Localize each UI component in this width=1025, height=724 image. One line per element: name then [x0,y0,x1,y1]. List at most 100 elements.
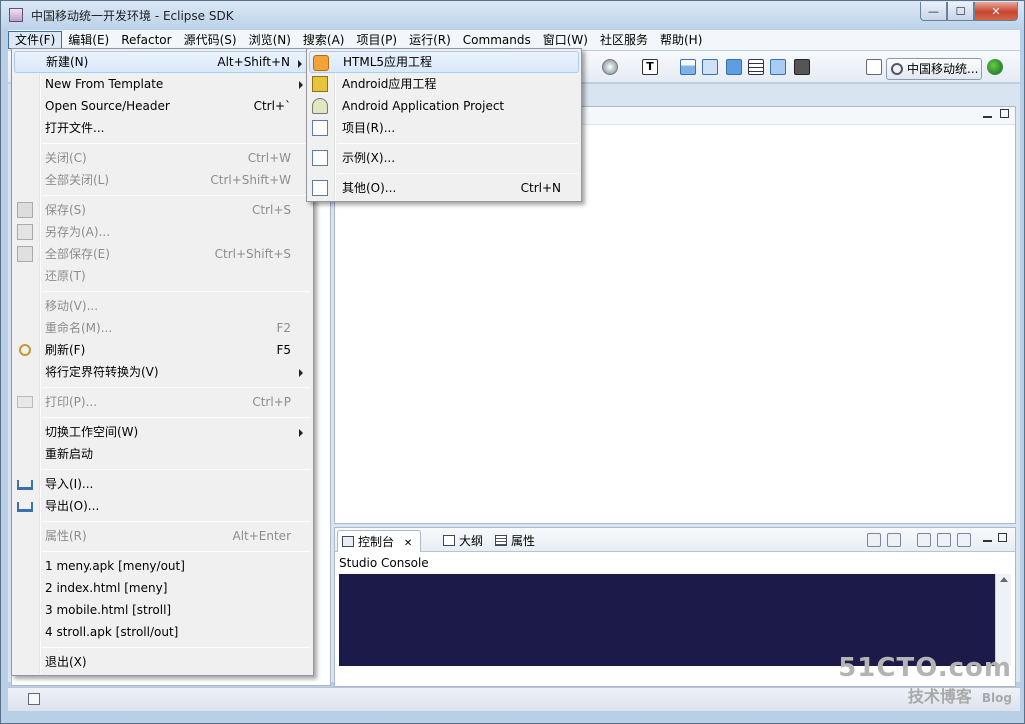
properties-icon [495,535,507,546]
submenu-item-other[interactable]: 其他(O)... Ctrl+N [309,177,579,199]
submenu-item-android-application-project[interactable]: Android Application Project [309,95,579,117]
menu-item-switch-workspace[interactable]: 切换工作空间(W) [14,421,311,443]
menu-item-save-as[interactable]: 另存为(A)... [14,221,311,243]
window-title: 中国移动统一开发环境 - Eclipse SDK [31,9,234,23]
menu-navigate[interactable]: 浏览(N) [243,31,297,49]
menu-item-label: 新建(N) [46,55,89,69]
other-wizard-icon [312,180,328,196]
recent-file-item[interactable]: 2 index.html [meny] [14,577,311,599]
clear-console-icon[interactable] [867,533,881,547]
display-console-icon[interactable] [937,533,951,547]
submenu-arrow-icon [299,429,303,437]
pin-icon[interactable] [794,59,810,75]
menu-item-close[interactable]: 关闭(C) Ctrl+W [14,147,311,169]
maximize-view-icon[interactable] [1000,109,1009,118]
menu-item-export[interactable]: 导出(O)... [14,495,311,517]
menu-item-save[interactable]: 保存(S) Ctrl+S [14,199,311,221]
console-title: Studio Console [339,556,429,570]
text-format-icon[interactable]: T [642,59,658,75]
recent-file-item[interactable]: 1 meny.apk [meny/out] [14,555,311,577]
menu-item-convert-line-delimiters[interactable]: 将行定界符转换为(V) [14,361,311,383]
menu-item-label: 全部保存(E) [45,247,110,261]
link-icon[interactable] [770,59,786,75]
menu-item-label: 重命名(M)... [45,321,113,335]
menu-item-shortcut: Alt+Enter [232,529,291,543]
close-button[interactable]: ✕ [974,2,1018,21]
menu-item-print[interactable]: 打印(P)... Ctrl+P [14,391,311,413]
perspective-button[interactable]: 中国移动统... [886,58,982,80]
recent-file-item[interactable]: 4 stroll.apk [stroll/out] [14,621,311,643]
minimize-console-icon[interactable] [983,533,992,542]
new-icon[interactable] [866,59,882,75]
menu-item-restart[interactable]: 重新启动 [14,443,311,465]
run-icon[interactable] [602,59,618,75]
menu-item-move[interactable]: 移动(V)... [14,295,311,317]
maximize-console-icon[interactable] [998,533,1007,542]
menu-item-shortcut: Ctrl+N [520,181,561,195]
export-icon [17,502,33,512]
menu-item-label: 关闭(C) [45,151,87,165]
minimize-view-icon[interactable] [983,109,992,118]
menu-item-exit[interactable]: 退出(X) [14,651,311,673]
scroll-up-icon[interactable] [1000,577,1008,582]
menu-item-open-file[interactable]: 打开文件... [14,117,311,139]
window-icon[interactable] [726,59,742,75]
outline-icon [443,535,455,546]
tab-console[interactable]: 控制台 ✕ [337,530,422,552]
submenu-item-android-project[interactable]: Android应用工程 [309,73,579,95]
menu-project[interactable]: 项目(P) [350,31,403,49]
menu-item-close-all[interactable]: 全部关闭(L) Ctrl+Shift+W [14,169,311,191]
tab-outline[interactable]: 大纲 [439,530,483,552]
menu-window[interactable]: 窗口(W) [537,31,594,49]
minimize-button[interactable]: — [920,2,947,21]
recent-file-item[interactable]: 3 mobile.html [stroll] [14,599,311,621]
menu-item-properties[interactable]: 属性(R) Alt+Enter [14,525,311,547]
toggle-icon[interactable] [702,59,718,75]
menu-source[interactable]: 源代码(S) [178,31,243,49]
example-icon [312,150,328,166]
submenu-item-project[interactable]: 项目(R)... [309,117,579,139]
menu-item-label: 还原(T) [45,269,86,283]
menu-item-import[interactable]: 导入(I)... [14,473,311,495]
submenu-arrow-icon [299,369,303,377]
menu-item-refresh[interactable]: 刷新(F) F5 [14,339,311,361]
menu-help[interactable]: 帮助(H) [654,31,708,49]
watermark-text: 技术博客 [907,687,972,706]
menu-run[interactable]: 运行(R) [403,31,457,49]
tab-outline-label: 大纲 [459,534,484,548]
menu-search[interactable]: 搜索(A) [297,31,351,49]
menu-item-rename[interactable]: 重命名(M)... F2 [14,317,311,339]
pin-console-icon[interactable] [917,533,931,547]
open-console-icon[interactable] [957,533,971,547]
menu-item-new[interactable]: 新建(N) Alt+Shift+N [14,51,311,73]
tab-close-icon[interactable]: ✕ [404,538,412,549]
menu-file[interactable]: 文件(F) [8,31,63,49]
menu-item-shortcut: Ctrl+P [252,395,291,409]
maximize-button[interactable]: ☐ [947,2,974,21]
list-icon[interactable] [748,59,764,75]
submenu-arrow-icon [298,60,302,68]
menu-commands[interactable]: Commands [457,31,537,49]
menu-item-label: 打开文件... [45,121,105,135]
submenu-item-html5-project[interactable]: HTML5应用工程 [309,51,579,73]
console-tab-bar: 控制台 ✕ 大纲 属性 [335,528,1015,552]
menu-separator [42,143,310,144]
menu-item-save-all[interactable]: 全部保存(E) Ctrl+Shift+S [14,243,311,265]
submenu-item-example[interactable]: 示例(X)... [309,147,579,169]
perspective-switcher-icon[interactable] [987,59,1003,75]
tab-properties[interactable]: 属性 [491,530,535,552]
menu-item-revert[interactable]: 还原(T) [14,265,311,287]
menu-separator [42,195,310,196]
menu-community[interactable]: 社区服务 [594,31,654,49]
menu-item-new-from-template[interactable]: New From Template [14,73,311,95]
menu-item-label: 保存(S) [45,203,86,217]
scroll-lock-icon[interactable] [887,533,901,547]
menu-item-label: 另存为(A)... [45,225,111,239]
fast-view-icon[interactable] [28,693,40,705]
menu-refactor[interactable]: Refactor [115,31,177,49]
menu-separator [42,551,310,552]
view-panel-icon[interactable] [680,59,696,75]
menu-item-open-source-header[interactable]: Open Source/Header Ctrl+` [14,95,311,117]
menu-item-label: 退出(X) [45,655,87,669]
menu-edit[interactable]: 编辑(E) [62,31,115,49]
